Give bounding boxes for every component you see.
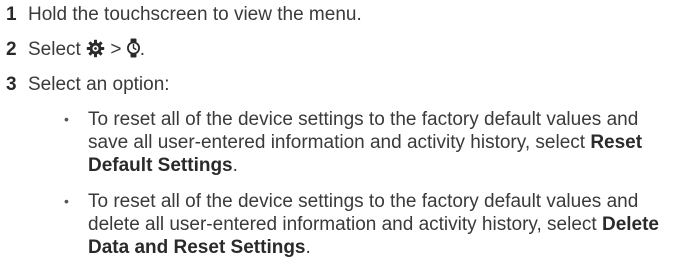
step-number: 3 [6, 74, 17, 95]
step-separator: > [105, 39, 127, 60]
bullet: • [64, 193, 69, 209]
step-number: 1 [6, 4, 17, 25]
option-text: To reset all of the device settings to t… [88, 191, 659, 258]
step-suffix: . [139, 39, 146, 60]
option-text: To reset all of the device settings to t… [88, 109, 643, 176]
option-item-2: • To reset all of the device settings to… [64, 190, 674, 259]
step-text: Select > . [28, 38, 145, 64]
step-2: 2 Select > . [6, 38, 145, 64]
step-number: 2 [6, 39, 17, 60]
step-text: Hold the touchscreen to view the menu. [28, 4, 362, 25]
step-1: 1 Hold the touchscreen to view the menu. [6, 3, 362, 26]
option-item-1: • To reset all of the device settings to… [64, 108, 674, 177]
gear-icon [86, 39, 105, 64]
step-prefix: Select [28, 39, 87, 60]
step-text: Select an option: [28, 74, 170, 95]
step-3: 3 Select an option: [6, 73, 170, 96]
bullet: • [64, 111, 69, 127]
watch-icon [126, 38, 140, 64]
